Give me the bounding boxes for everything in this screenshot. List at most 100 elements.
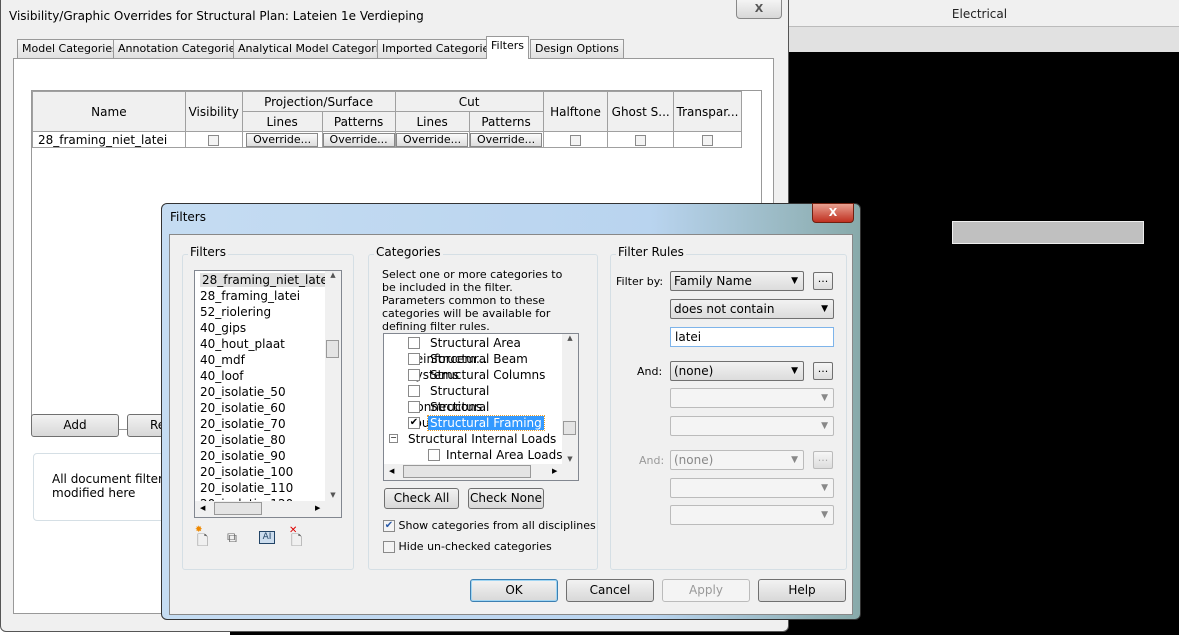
check-none-button[interactable]: Check None (468, 488, 544, 509)
tree-item[interactable]: Internal Area Loads (384, 447, 578, 463)
filter-by-combo[interactable]: Family Name ▼ (670, 271, 804, 291)
filter-list-item[interactable]: 20_isolatie_110 (195, 480, 341, 496)
chevron-down-icon: ▼ (821, 510, 828, 520)
check-all-button[interactable]: Check All (384, 488, 459, 509)
scroll-thumb[interactable] (326, 340, 339, 358)
filter-list-item[interactable]: 40_loof (195, 368, 341, 384)
filters-list-vscrollbar[interactable]: ▲ ▼ (325, 271, 341, 501)
tree-item[interactable]: Structural Foundations (384, 399, 562, 430)
col-proj-patterns: Patterns (321, 111, 396, 132)
col-projection: Projection/Surface (241, 91, 396, 112)
scroll-thumb[interactable] (563, 421, 576, 435)
transparent-checkbox[interactable] (702, 134, 713, 146)
filters-dialog: Filters X Filters 28_framing_niet_latei 2… (161, 203, 861, 620)
and-1-combo[interactable]: (none) ▼ (670, 361, 804, 381)
cancel-button[interactable]: Cancel (566, 579, 654, 602)
and-2-more-button: ... (813, 451, 833, 469)
override-button[interactable]: Override... (246, 133, 319, 147)
filter-list-item[interactable]: 28_framing_latei (195, 288, 341, 304)
ok-button[interactable]: OK (470, 579, 558, 602)
add-button[interactable]: Add (31, 414, 119, 437)
col-visibility[interactable]: Visibility (184, 91, 243, 132)
filters-dialog-title: Filters (170, 210, 206, 224)
categories-tree[interactable]: Structural Area Reinforcem... Structural … (383, 333, 579, 481)
halftone-checkbox[interactable] (569, 134, 581, 146)
close-button[interactable]: X (812, 203, 854, 223)
show-all-disciplines-checkbox[interactable]: ✔ (383, 520, 395, 532)
filter-list-item[interactable]: 40_gips (195, 320, 341, 336)
apply-button: Apply (662, 579, 750, 602)
category-checkbox[interactable] (408, 385, 420, 397)
category-checkbox[interactable]: ✔ (408, 417, 420, 429)
filter-list-item[interactable]: 40_mdf (195, 352, 341, 368)
filter-list-item[interactable]: 40_hout_plaat (195, 336, 341, 352)
tree-item[interactable]: Structural Area Reinforcem... (384, 335, 562, 366)
filters-list[interactable]: 28_framing_niet_latei 28_framing_latei 52_… (194, 270, 342, 518)
col-ghost[interactable]: Ghost S... (607, 91, 675, 132)
category-checkbox[interactable] (428, 449, 440, 461)
col-name[interactable]: Name (32, 91, 186, 132)
filter-list-item[interactable]: 20_isolatie_90 (195, 448, 341, 464)
categories-help-text: Select one or more categories to be incl… (382, 268, 563, 333)
categories-vscrollbar[interactable]: ▲ ▼ (562, 334, 578, 465)
override-button[interactable]: Override... (396, 133, 469, 147)
tab-model-categories[interactable]: Model Categories (17, 39, 123, 58)
tab-annotation-categories[interactable]: Annotation Categories (113, 39, 247, 58)
filter-list-item[interactable]: 20_isolatie_70 (195, 416, 341, 432)
filters-list-hscrollbar[interactable]: ◀ ▶ (195, 501, 341, 517)
show-all-disciplines-option[interactable]: ✔ Show categories from all disciplines (383, 519, 596, 532)
collapse-icon[interactable]: − (389, 434, 398, 443)
filter-item-label: 20_isolatie_80 (200, 433, 286, 447)
chevron-down-icon: ▼ (821, 421, 828, 431)
hide-unchecked-option[interactable]: Hide un-checked categories (383, 540, 552, 553)
hide-unchecked-checkbox[interactable] (383, 541, 395, 553)
filter-item-label: 40_hout_plaat (200, 337, 285, 351)
filter-by-value: Family Name (674, 274, 752, 288)
help-button[interactable]: Help (758, 579, 846, 602)
new-filter-icon[interactable]: 🗋 ✸ (195, 525, 208, 554)
category-checkbox[interactable] (408, 401, 420, 413)
category-checkbox[interactable] (408, 337, 420, 349)
category-checkbox[interactable] (408, 353, 420, 365)
ghost-checkbox[interactable] (635, 134, 647, 146)
and-1-more-button[interactable]: ... (813, 362, 833, 380)
col-transparent[interactable]: Transpar... (673, 91, 742, 132)
filter-list-item[interactable]: 52_riolering (195, 304, 341, 320)
rename-filter-icon[interactable]: AI (259, 531, 275, 544)
filter-list-item[interactable]: 20_isolatie_60 (195, 400, 341, 416)
override-button[interactable]: Override... (470, 133, 543, 147)
tree-item[interactable]: Structural Beam Systems (384, 351, 562, 382)
filter-item-label: 20_isolatie_110 (200, 481, 294, 495)
filter-list-item[interactable]: 20_isolatie_100 (195, 464, 341, 480)
filter-list-item[interactable]: 20_isolatie_50 (195, 384, 341, 400)
col-halftone[interactable]: Halftone (542, 91, 609, 132)
filter-item-label: 20_isolatie_50 (200, 385, 286, 399)
tree-node-group[interactable]: − Structural Internal Loads (384, 431, 578, 447)
category-checkbox[interactable] (408, 369, 420, 381)
canvas-element (952, 221, 1144, 244)
delete-filter-icon[interactable]: 🗋 ✕ (289, 525, 302, 554)
categories-hscrollbar[interactable]: ◀ ▶ (384, 464, 578, 480)
col-cut-patterns: Patterns (468, 111, 544, 132)
duplicate-filter-icon[interactable]: ⧉ (227, 530, 237, 546)
filter-item-label: 20_isolatie_60 (200, 401, 286, 415)
visibility-checkbox[interactable] (208, 134, 220, 146)
filter-list-item[interactable]: 28_framing_niet_latei (195, 272, 341, 288)
tree-item[interactable]: ✔ Structural Framing (384, 415, 562, 431)
filter-by-more-button[interactable]: ... (813, 272, 833, 290)
tab-filters[interactable]: Filters (486, 36, 529, 59)
col-proj-lines: Lines (241, 111, 323, 132)
tree-item[interactable]: Structural Connections (384, 383, 562, 414)
tree-item-label: Internal Area Loads (446, 448, 563, 462)
show-all-disciplines-label: Show categories from all disciplines (398, 519, 596, 532)
override-button[interactable]: Override... (322, 133, 395, 147)
tab-analytical-model-categories[interactable]: Analytical Model Categories (233, 39, 397, 58)
tab-imported-categories[interactable]: Imported Categories (377, 39, 501, 58)
filter-list-item[interactable]: 20_isolatie_80 (195, 432, 341, 448)
table-row[interactable]: 28_framing_niet_latei Override... Overri… (32, 131, 742, 148)
filter-rules-label: Filter Rules (616, 245, 686, 259)
value-input[interactable]: latei (670, 327, 834, 347)
tree-item[interactable]: Structural Columns (384, 367, 562, 383)
operator-combo[interactable]: does not contain ▼ (670, 299, 834, 319)
tab-design-options[interactable]: Design Options (530, 39, 624, 58)
